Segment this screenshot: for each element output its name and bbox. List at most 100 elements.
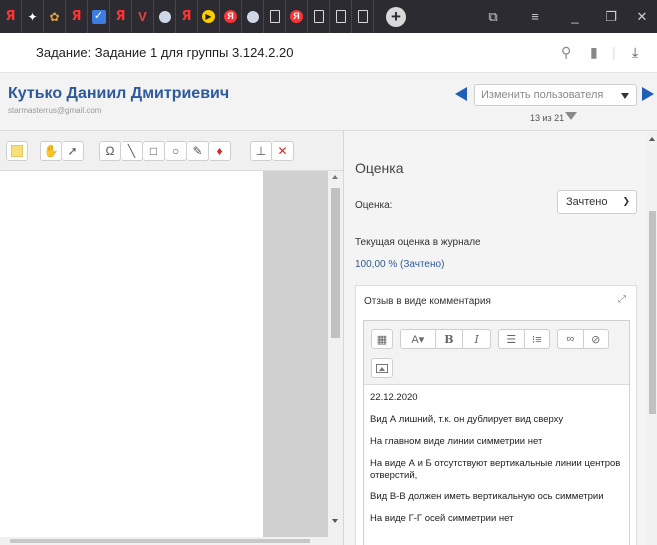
tab-document[interactable] bbox=[264, 0, 286, 33]
yandex-icon: Я bbox=[5, 9, 16, 24]
feedback-line: На виде Г-Г осей симметрии нет bbox=[370, 513, 514, 525]
scroll-thumb[interactable] bbox=[649, 211, 656, 414]
scroll-up-icon[interactable] bbox=[332, 175, 338, 179]
panel-scrollbar[interactable] bbox=[647, 131, 657, 545]
close-icon[interactable]: ✕ bbox=[627, 0, 657, 33]
download-icon[interactable]: ⤓ bbox=[632, 44, 638, 61]
tab-v[interactable]: V bbox=[132, 0, 154, 33]
tab-yandex[interactable]: Я bbox=[110, 0, 132, 33]
oval-icon[interactable]: ○ bbox=[165, 141, 187, 161]
select-arrow-icon[interactable]: ➚ bbox=[62, 141, 84, 161]
bookmark-icon[interactable]: ▮ bbox=[590, 44, 598, 61]
document-icon bbox=[335, 10, 346, 23]
pdf-horizontal-scrollbar[interactable] bbox=[0, 537, 343, 545]
change-user-select[interactable]: Изменить пользователя bbox=[474, 84, 637, 106]
tab-circle[interactable] bbox=[242, 0, 264, 33]
grade-value: Зачтено bbox=[566, 196, 608, 208]
scroll-thumb[interactable] bbox=[331, 188, 340, 338]
play-icon: ▶ bbox=[202, 10, 215, 23]
feedback-title: Отзыв в виде комментария bbox=[364, 296, 491, 307]
tab-yandex-round[interactable]: Я bbox=[220, 0, 242, 33]
feedback-editor[interactable]: ▦ A▾ B I ☰ ⁝≡ ∞ ⊘ 22.12.2020 Вид А лишни… bbox=[363, 320, 630, 545]
menu-icon[interactable]: ≡ bbox=[520, 0, 550, 33]
scroll-up-icon[interactable] bbox=[649, 137, 655, 141]
user-count: 13 из 21 bbox=[530, 113, 565, 123]
pdf-vertical-scrollbar[interactable] bbox=[328, 171, 343, 537]
annotation-toolbar: ✋ ➚ Ω ╲ □ ○ ✎ ♦ ⊥ ✕ bbox=[0, 131, 343, 171]
tab-circle[interactable] bbox=[154, 0, 176, 33]
pen-icon[interactable]: ✎ bbox=[187, 141, 209, 161]
tab-checkbox[interactable]: ✓ bbox=[88, 0, 110, 33]
checkbox-icon: ✓ bbox=[91, 9, 106, 24]
feedback-box: Отзыв в виде комментария ⤢ ▦ A▾ B I ☰ ⁝≡… bbox=[355, 285, 637, 545]
toolbar-toggle-button[interactable]: ▦ bbox=[371, 329, 393, 349]
expand-icon[interactable]: ⤢ bbox=[618, 294, 626, 305]
grade-select[interactable]: Зачтено ❯ bbox=[557, 190, 637, 214]
app-root: Я ✦ ✿ Я ✓ Я V Я ▶ Я Я + ⧉ ≡ _ ❐ ✕ Задани… bbox=[0, 0, 657, 545]
current-grade-label: Текущая оценка в журнале bbox=[355, 237, 481, 248]
feedback-line: 22.12.2020 bbox=[370, 392, 418, 403]
restore-icon[interactable]: ❐ bbox=[596, 0, 626, 33]
document-icon bbox=[357, 10, 368, 23]
grade-label: Оценка: bbox=[355, 200, 393, 211]
scroll-thumb[interactable] bbox=[10, 539, 310, 543]
rectangle-icon[interactable]: □ bbox=[143, 141, 165, 161]
tab-play[interactable]: ▶ bbox=[198, 0, 220, 33]
user-email: starmasterrus@gmail.com bbox=[8, 106, 102, 115]
current-grade-value[interactable]: 100,00 % (Зачтено) bbox=[355, 259, 444, 270]
yandex-icon: Я bbox=[181, 9, 192, 24]
feedback-line: Вид А лишний, т.к. он дублирует вид свер… bbox=[370, 413, 564, 425]
insert-image-button[interactable] bbox=[371, 358, 393, 378]
list-group: ☰ ⁝≡ bbox=[498, 329, 550, 349]
italic-icon[interactable]: I bbox=[463, 330, 490, 348]
stamp-icon[interactable]: ⊥ bbox=[250, 141, 272, 161]
yandex-icon: Я bbox=[115, 9, 126, 24]
tab-yandex[interactable]: Я bbox=[0, 0, 22, 33]
document-icon bbox=[269, 10, 280, 23]
tab-document[interactable] bbox=[330, 0, 352, 33]
tab-document[interactable] bbox=[352, 0, 374, 33]
circle-icon bbox=[246, 10, 259, 23]
line-icon[interactable]: ╲ bbox=[121, 141, 143, 161]
tab-yandex-round[interactable]: Я bbox=[286, 0, 308, 33]
circle-icon bbox=[158, 10, 171, 23]
highlighter-icon[interactable]: ♦ bbox=[209, 141, 231, 161]
filter-icon[interactable] bbox=[565, 112, 577, 120]
bold-icon[interactable]: B bbox=[436, 330, 463, 348]
caret-down-icon bbox=[621, 93, 629, 99]
unlink-icon[interactable]: ⊘ bbox=[584, 330, 609, 348]
tab-bug[interactable]: ✿ bbox=[44, 0, 66, 33]
previous-user-arrow-icon[interactable] bbox=[455, 87, 467, 101]
page-title[interactable]: Задание: Задание 1 для группы 3.124.2.20 bbox=[36, 45, 293, 60]
browser-tab-strip: Я ✦ ✿ Я ✓ Я V Я ▶ Я Я + ⧉ ≡ _ ❐ ✕ bbox=[0, 0, 657, 33]
yellow-swatch-icon bbox=[11, 145, 23, 157]
document-icon bbox=[313, 10, 324, 23]
new-tab-button[interactable]: + bbox=[386, 6, 406, 27]
yandex-round-icon: Я bbox=[290, 10, 303, 23]
font-size-icon[interactable]: A▾ bbox=[401, 330, 435, 348]
link-icon[interactable]: ∞ bbox=[558, 330, 583, 348]
numbered-list-icon[interactable]: ⁝≡ bbox=[525, 330, 550, 348]
yandex-round-icon: Я bbox=[224, 10, 237, 23]
yandex-icon: Я bbox=[71, 9, 82, 24]
tab-yandex[interactable]: Я bbox=[176, 0, 198, 33]
next-user-arrow-icon[interactable] bbox=[642, 87, 654, 101]
pdf-page[interactable] bbox=[0, 171, 263, 537]
pan-hand-icon[interactable]: ✋ bbox=[40, 141, 62, 161]
minimize-icon[interactable]: _ bbox=[560, 0, 590, 33]
comment-icon[interactable]: Ω bbox=[99, 141, 121, 161]
divider: | bbox=[612, 44, 616, 60]
scroll-down-icon[interactable] bbox=[332, 519, 338, 523]
tab-document[interactable] bbox=[308, 0, 330, 33]
bullet-list-icon[interactable]: ☰ bbox=[499, 330, 524, 348]
tab-star[interactable]: ✦ bbox=[22, 0, 44, 33]
panel-title: Оценка bbox=[355, 160, 404, 176]
tab-yandex[interactable]: Я bbox=[66, 0, 88, 33]
feedback-line: Вид В-В должен иметь вертикальную ось си… bbox=[370, 491, 604, 503]
color-picker-button[interactable] bbox=[6, 141, 28, 161]
delete-icon[interactable]: ✕ bbox=[272, 141, 294, 161]
search-icon[interactable]: ⚲ bbox=[561, 44, 571, 61]
user-name[interactable]: Кутько Даниил Дмитриевич bbox=[8, 85, 229, 103]
tabs-list-icon[interactable]: ⧉ bbox=[478, 0, 508, 33]
feedback-text[interactable]: 22.12.2020 Вид А лишний, т.к. он дублиру… bbox=[364, 385, 629, 545]
